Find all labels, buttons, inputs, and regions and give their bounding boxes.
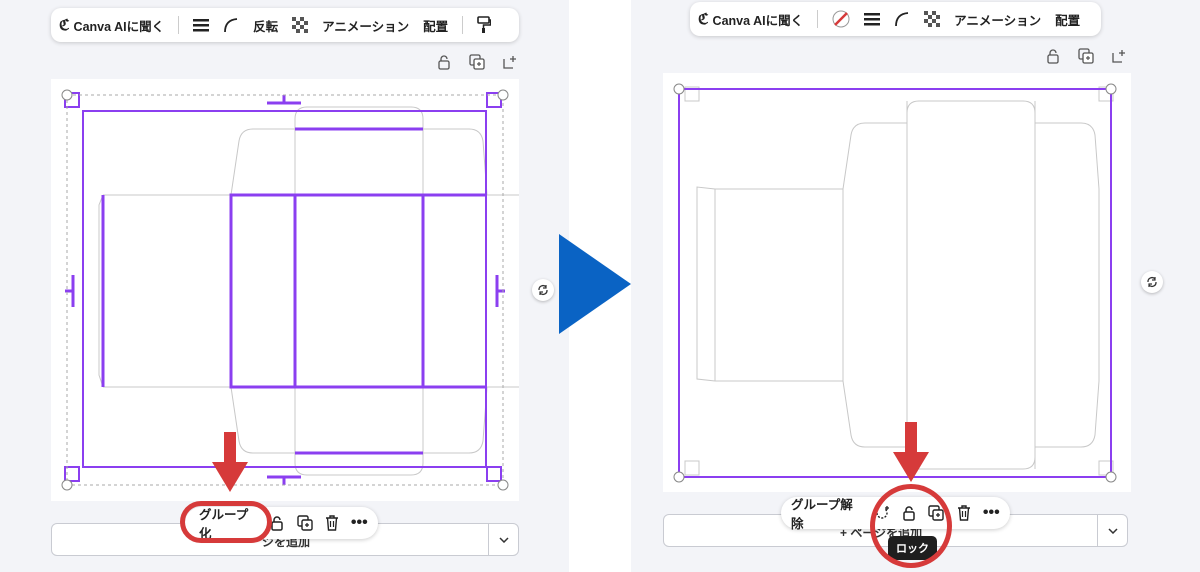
add-page-icon[interactable] [1111, 48, 1127, 64]
line-weight-icon[interactable] [193, 18, 210, 32]
corner-rounding-icon[interactable] [894, 11, 910, 27]
trash-icon[interactable] [955, 504, 972, 522]
canva-ai-label: Canva AIに聞く [712, 13, 804, 28]
no-color-icon[interactable] [832, 10, 850, 28]
left-box-dieline [61, 89, 519, 491]
toolbar-divider [817, 10, 819, 28]
toolbar-divider [178, 16, 180, 34]
rotate-icon [538, 285, 548, 295]
animation-button[interactable]: アニメーション [322, 16, 409, 35]
canva-ai-icon: ℭ [698, 10, 709, 28]
left-design-canvas[interactable] [51, 79, 519, 501]
trash-icon[interactable] [323, 514, 340, 532]
ungroup-button[interactable]: グループ解除 [791, 494, 863, 532]
corner-rounding-icon[interactable] [223, 17, 239, 33]
toolbar-divider [462, 16, 464, 34]
right-rotate-handle[interactable] [1141, 271, 1163, 293]
canva-ai-label: Canva AIに聞く [73, 19, 165, 34]
right-page-actions [1045, 48, 1127, 64]
duplicate-page-icon[interactable] [1078, 48, 1094, 64]
left-page-actions [436, 54, 518, 70]
left-context-toolbar: ℭ Canva AIに聞く 反転 アニメーション 配置 [51, 8, 519, 42]
annotation-arrow-down-icon [212, 432, 248, 492]
transparency-icon[interactable] [292, 17, 309, 33]
rotate-icon [1147, 277, 1157, 287]
annotation-arrow-down-icon [893, 422, 929, 482]
duplicate-page-icon[interactable] [469, 54, 485, 70]
chevron-down-icon[interactable] [1097, 515, 1127, 546]
left-rotate-handle[interactable] [532, 279, 554, 301]
position-button[interactable]: 配置 [1055, 10, 1080, 29]
annotation-highlight-group [180, 501, 272, 543]
transition-arrow-icon [559, 234, 631, 334]
canva-ai-button[interactable]: ℭ Canva AIに聞く [698, 10, 803, 29]
animation-button[interactable]: アニメーション [954, 10, 1041, 29]
more-options-icon[interactable]: ••• [983, 504, 1000, 522]
annotation-highlight-lock [870, 484, 952, 568]
lock-page-icon[interactable] [436, 54, 452, 70]
chevron-down-icon[interactable] [488, 524, 518, 555]
transparency-icon[interactable] [924, 11, 941, 27]
right-editor-panel: ℭ Canva AIに聞く アニメーション 配置 + ページを追加 グループ解除… [631, 0, 1200, 572]
right-context-toolbar: ℭ Canva AIに聞く アニメーション 配置 [690, 2, 1101, 36]
more-options-icon[interactable]: ••• [351, 514, 368, 532]
lock-page-icon[interactable] [1045, 48, 1061, 64]
left-editor-panel: ℭ Canva AIに聞く 反転 アニメーション 配置 ジを追加 グループ化 •… [0, 0, 569, 572]
canva-ai-button[interactable]: ℭ Canva AIに聞く [59, 16, 164, 35]
paint-roller-icon[interactable] [477, 16, 492, 34]
flip-button[interactable]: 反転 [253, 16, 278, 35]
add-page-icon[interactable] [502, 54, 518, 70]
duplicate-icon[interactable] [296, 514, 313, 532]
line-weight-icon[interactable] [864, 12, 881, 26]
canva-ai-icon: ℭ [59, 16, 70, 34]
position-button[interactable]: 配置 [423, 16, 448, 35]
